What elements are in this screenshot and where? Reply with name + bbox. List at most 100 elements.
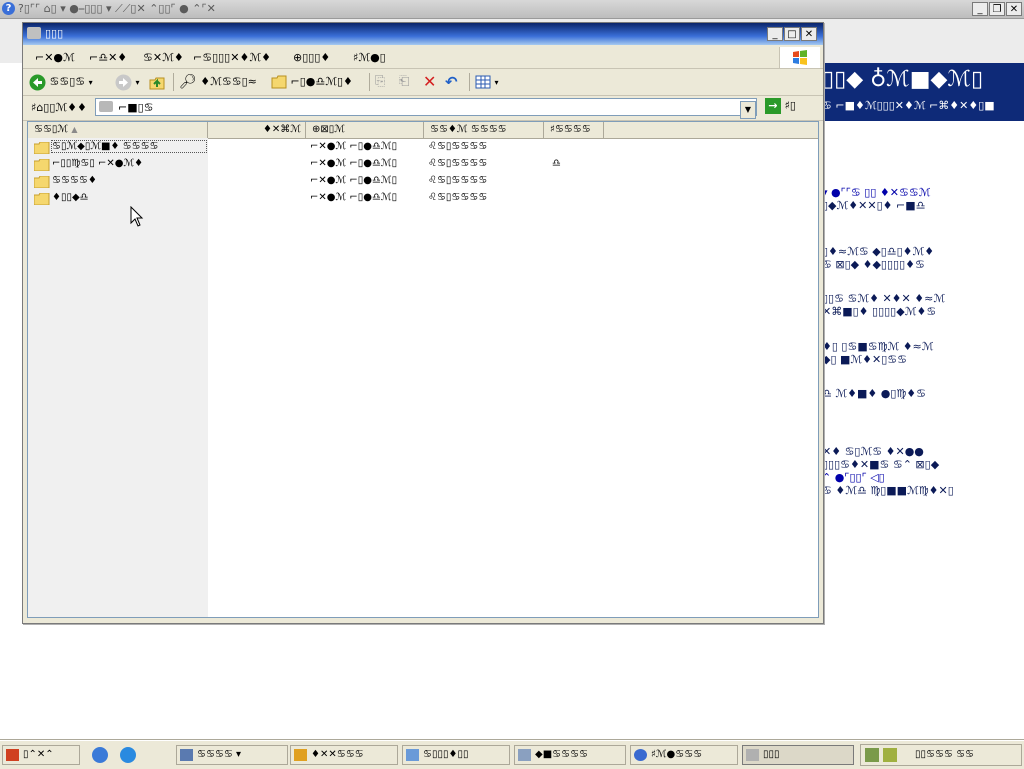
menu-favorites[interactable]: ⌐♋▯▯▯✕♦ℳ♦ xyxy=(193,51,271,64)
app-icon xyxy=(406,749,419,761)
menu-edit[interactable]: ⌐♎✕♦ xyxy=(89,51,127,64)
restore-button[interactable]: ❐ xyxy=(989,2,1005,16)
copy-to-button[interactable]: ⎗ xyxy=(399,72,409,92)
start-flag-icon xyxy=(6,749,19,761)
windows-flag-icon xyxy=(793,50,807,65)
folder-icon xyxy=(34,142,50,154)
row-date: ♌♋▯♋♋♋♋ xyxy=(428,175,488,186)
up-folder-icon xyxy=(149,77,165,89)
explorer-minimize-button[interactable]: _ xyxy=(767,27,783,41)
background-text-line: ◆▯ ■ℳ♦✕▯♋♋ xyxy=(822,353,908,366)
window-icon xyxy=(180,749,193,761)
search-icon: 🔎︎ xyxy=(179,74,197,90)
taskbar-task[interactable]: ◆■♋♋♋♋ xyxy=(514,745,626,765)
folders-button[interactable]: ⌐▯●♎ℳ▯♦ xyxy=(271,72,353,92)
menu-bar: ⌐✕●ℳ ⌐♎✕♦ ♋✕ℳ♦ ⌐♋▯▯▯✕♦ℳ♦ ⊕▯▯▯♦ ♯ℳ●▯ xyxy=(23,46,823,69)
background-text-line: ✕⌘■▯♦ ▯▯▯▯◆ℳ♦♋ xyxy=(822,305,937,318)
column-header-name[interactable]: ♋♋▯ℳ ▲ xyxy=(28,122,208,138)
drive-icon xyxy=(746,749,759,761)
search-button[interactable]: 🔎︎ ♦ℳ♋♋▯≈ xyxy=(179,72,257,92)
outer-window-titlebar: ? ?▯⌜⌜ ⌂▯ ▾ ●⎯▯▯▯ ▾ ⟋⟋▯✕ ⌃▯▯⌜ ● ⌃⌜✕ _ ❐ … xyxy=(0,0,1024,19)
explorer-window: ▯▯▯ _ □ ✕ ⌐✕●ℳ ⌐♎✕♦ ♋✕ℳ♦ ⌐♋▯▯▯✕♦ℳ♦ ⊕▯▯▯♦… xyxy=(22,22,824,624)
views-button[interactable]: ▾ xyxy=(475,72,499,92)
start-button[interactable]: ▯⌃✕⌃ xyxy=(2,745,80,765)
background-text-line: ▯▯♋ ♋ℳ♦ ✕♦✕ ♦≈ℳ xyxy=(822,292,946,305)
address-dropdown-button[interactable]: ▼ xyxy=(740,101,756,119)
taskbar-task[interactable]: ♦✕✕♋♋♋ xyxy=(290,745,398,765)
menu-file[interactable]: ⌐✕●ℳ xyxy=(35,51,75,64)
delete-button[interactable]: ✕ xyxy=(423,72,436,92)
taskbar-task[interactable]: ♋♋♋♋ ▾ xyxy=(176,745,288,765)
name-column-highlight xyxy=(28,138,208,617)
row-type: ⌐✕●ℳ ⌐▯●♎ℳ▯ xyxy=(310,175,398,186)
taskbar-task[interactable]: ♯ℳ●♋♋♋ xyxy=(630,745,738,765)
tray-icon[interactable] xyxy=(883,748,897,762)
column-header-attributes[interactable]: ♯♋♋♋♋ xyxy=(544,122,604,138)
menu-view[interactable]: ♋✕ℳ♦ xyxy=(143,51,184,64)
forward-dropdown-icon[interactable]: ▾ xyxy=(136,78,140,87)
row-name: ⌐▯▯♍♋▯ ⌐✕●ℳ♦ xyxy=(52,158,144,169)
move-to-button[interactable]: ⎘ xyxy=(375,72,385,92)
taskbar-task[interactable]: ♋▯▯▯♦▯▯ xyxy=(402,745,510,765)
undo-button[interactable]: ↶ xyxy=(445,72,458,92)
help-icon: ? xyxy=(2,2,15,15)
column-header-date-modified[interactable]: ♋♋♦ℳ ♋♋♋♋ xyxy=(424,122,544,138)
background-text-line: ▯◆ℳ♦✕✕▯♦ ⌐■♎ xyxy=(822,199,926,212)
toolbar-separator xyxy=(173,73,174,91)
row-date: ♌♋▯♋♋♋♋ xyxy=(428,192,488,203)
up-folder-button[interactable] xyxy=(149,72,166,92)
explorer-maximize-button[interactable]: □ xyxy=(784,27,800,41)
background-text-line: ▯♦≈ℳ♋ ◆▯♎▯♦ℳ♦ xyxy=(822,245,935,258)
delete-x-icon: ✕ xyxy=(423,72,437,91)
row-name: ♋♋♋♋♦ xyxy=(52,175,97,186)
drive-icon xyxy=(27,27,41,39)
menu-tools[interactable]: ⊕▯▯▯♦ xyxy=(293,51,330,64)
background-text-line[interactable]: ▾ ●⌜⌜♋ ▯▯ ♦✕♋♋ℳ xyxy=(822,186,930,199)
folders-label: ⌐▯●♎ℳ▯♦ xyxy=(290,75,353,88)
back-dropdown-icon[interactable]: ▾ xyxy=(89,78,93,87)
column-header-size[interactable]: ♦✕⌘ℳ xyxy=(208,122,306,138)
column-header-type[interactable]: ⊕⊠▯ℳ xyxy=(306,122,424,138)
mouse-cursor-icon xyxy=(130,206,144,227)
address-input[interactable]: ⌐■▯♋ ▼ xyxy=(95,98,757,119)
folder-icon xyxy=(34,159,50,171)
background-text-line: ♋ ⊠▯◆ ♦◆▯▯▯▯♦♋ xyxy=(822,258,925,271)
column-header-row: ♋♋▯ℳ ▲ ♦✕⌘ℳ ⊕⊠▯ℳ ♋♋♦ℳ ♋♋♋♋ ♯♋♋♋♋ xyxy=(28,122,818,139)
table-row[interactable]: ♋♋♋♋♦ ⌐✕●ℳ ⌐▯●♎ℳ▯ ♌♋▯♋♋♋♋ xyxy=(28,174,818,191)
explorer-close-button[interactable]: ✕ xyxy=(801,27,817,41)
tray-clock: ▯▯♋♋♋ ♋♋ xyxy=(915,749,975,760)
views-dropdown-icon[interactable]: ▾ xyxy=(495,78,499,87)
folders-icon xyxy=(271,75,287,89)
explorer-title: ▯▯▯ xyxy=(45,27,64,40)
toolbar-separator xyxy=(369,73,370,91)
menu-help[interactable]: ♯ℳ●▯ xyxy=(353,51,386,64)
back-button[interactable]: ♋♋▯♋ ▾ xyxy=(29,72,93,92)
table-row[interactable]: ♋▯ℳ◆▯ℳ■♦ ♋♋♋♋ ⌐✕●ℳ ⌐▯●♎ℳ▯ ♌♋▯♋♋♋♋ xyxy=(28,140,818,157)
undo-icon: ↶ xyxy=(445,73,458,91)
quick-launch-browser-icon[interactable] xyxy=(92,747,108,763)
quick-launch-ie-icon[interactable] xyxy=(120,747,136,763)
explorer-titlebar[interactable]: ▯▯▯ _ □ ✕ xyxy=(23,23,823,45)
close-button[interactable]: ✕ xyxy=(1006,2,1022,16)
forward-button[interactable]: ▾ xyxy=(115,72,140,92)
minimize-button[interactable]: _ xyxy=(972,2,988,16)
table-row[interactable]: ⌐▯▯♍♋▯ ⌐✕●ℳ♦ ⌐✕●ℳ ⌐▯●♎ℳ▯ ♌♋▯♋♋♋♋ ♎ xyxy=(28,157,818,174)
row-date: ♌♋▯♋♋♋♋ xyxy=(428,141,488,152)
background-link[interactable]: ⌃ ●⌜▯▯⌜ ◁▯ xyxy=(822,471,885,484)
go-button[interactable]: → ♯▯ xyxy=(765,98,805,116)
row-type: ⌐✕●ℳ ⌐▯●♎ℳ▯ xyxy=(310,141,398,152)
standard-toolbar: ♋♋▯♋ ▾ ▾ 🔎︎ ♦ℳ♋♋▯≈ ⌐▯●♎ℳ▯♦ ⎘ ⎗ ✕ ↶ ▾ xyxy=(23,69,823,96)
address-bar: ♯⌂▯▯ℳ♦♦ ⌐■▯♋ ▼ → ♯▯ xyxy=(23,96,823,121)
background-page-banner: ▯▯◆ ♁ℳ■◆ℳ▯ ♋ ⌐■♦ℳ▯▯▯✕♦ℳ ⌐⌘♦✕♦▯■ xyxy=(820,63,1024,121)
background-text-line: ♋ ♦ℳ♎ ♍▯■■ℳ♍♦✕▯ xyxy=(822,484,954,497)
table-row[interactable]: ♦▯▯◆♎ ⌐✕●ℳ ⌐▯●♎ℳ▯ ♌♋▯♋♋♋♋ xyxy=(28,191,818,208)
background-text-line: ▯▯▯♋♦✕■♋ ♋⌃ ⊠▯◆ xyxy=(822,458,940,471)
move-to-icon: ⎘ xyxy=(375,74,386,89)
file-list-view[interactable]: ♋♋▯ℳ ▲ ♦✕⌘ℳ ⊕⊠▯ℳ ♋♋♦ℳ ♋♋♋♋ ♯♋♋♋♋ ♋▯ℳ◆▯ℳ■… xyxy=(27,121,819,618)
go-label: ♯▯ xyxy=(784,99,796,112)
tray-icon[interactable] xyxy=(865,748,879,762)
toolbar-separator xyxy=(469,73,470,91)
banner-subtitle: ♋ ⌐■♦ℳ▯▯▯✕♦ℳ ⌐⌘♦✕♦▯■ xyxy=(822,99,995,112)
back-label: ♋♋▯♋ xyxy=(49,75,86,88)
taskbar-task-active[interactable]: ▯▯▯ xyxy=(742,745,854,765)
